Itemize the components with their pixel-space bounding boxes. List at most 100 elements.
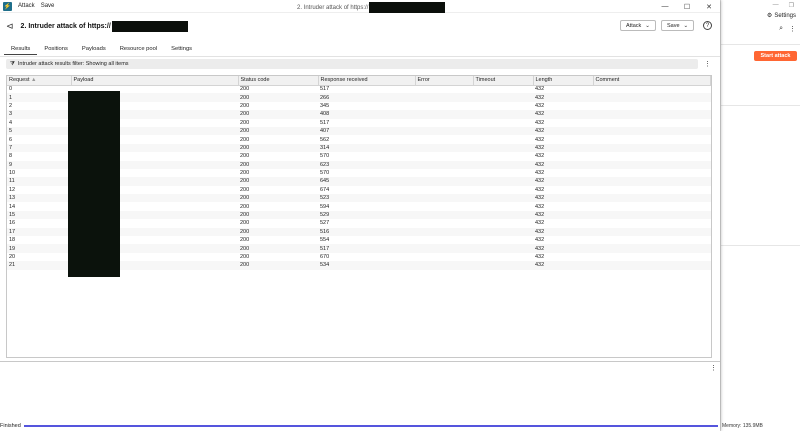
minimize-icon[interactable]: — xyxy=(654,0,676,13)
close-icon[interactable]: ✕ xyxy=(698,0,720,13)
tab-bar: Results Positions Payloads Resource pool… xyxy=(4,43,199,55)
cell-status-code: 200 xyxy=(238,126,318,136)
status-bar: Finished xyxy=(0,421,720,431)
column-header-request[interactable]: Request ▲ xyxy=(7,76,72,86)
sort-ascending-icon: ▲ xyxy=(31,77,37,84)
cell-length: 432 xyxy=(535,119,545,126)
cell-response-received: 527 xyxy=(320,220,330,227)
menu-attack[interactable]: Attack xyxy=(18,3,35,9)
cell-response-received: 314 xyxy=(318,143,415,153)
more-options-icon[interactable]: ⋮ xyxy=(710,364,717,372)
column-header-timeout[interactable]: Timeout xyxy=(473,76,534,86)
filter-icon: ⧩ xyxy=(10,60,15,67)
cell-response-received: 570 xyxy=(320,170,330,177)
cell-request: 17 xyxy=(7,227,71,237)
cell-comment xyxy=(593,253,711,261)
cell-length: 432 xyxy=(533,194,593,203)
menu-save[interactable]: Save xyxy=(41,3,55,9)
cell-timeout xyxy=(473,169,533,177)
column-header-status-code[interactable]: Status code xyxy=(238,76,319,86)
save-menu-button[interactable]: Save ⌄ xyxy=(661,20,695,31)
filter-label: Intruder attack results filter: Showing … xyxy=(17,61,129,67)
column-header-payload[interactable]: Payload xyxy=(71,76,239,86)
background-minimize-icon[interactable]: — xyxy=(773,2,779,8)
cell-error xyxy=(415,244,473,253)
cell-response-received: 516 xyxy=(318,227,415,237)
tab-positions[interactable]: Positions xyxy=(37,43,75,55)
cell-timeout xyxy=(473,119,533,127)
cell-request: 11 xyxy=(7,177,71,186)
divider xyxy=(721,44,800,45)
cell-error xyxy=(415,202,473,210)
settings-button[interactable]: ⚙ Settings xyxy=(767,12,796,20)
cell-length: 432 xyxy=(533,227,593,237)
tab-settings[interactable]: Settings xyxy=(164,43,199,55)
cell-comment xyxy=(593,186,711,194)
start-attack-button[interactable]: Start attack xyxy=(754,51,797,61)
cell-status-code: 200 xyxy=(238,93,318,102)
tab-payloads[interactable]: Payloads xyxy=(75,43,113,55)
cell-status-code: 200 xyxy=(240,237,250,244)
cell-length: 432 xyxy=(533,93,593,102)
cell-length: 432 xyxy=(535,86,545,93)
window-title-text: 2. Intruder attack of https:// xyxy=(297,4,369,11)
cell-error xyxy=(415,85,473,93)
cell-error xyxy=(415,236,473,244)
cell-length: 432 xyxy=(533,160,593,169)
cell-status-code: 200 xyxy=(238,177,318,186)
save-button-label: Save xyxy=(667,22,680,29)
help-icon[interactable]: ? xyxy=(703,21,712,30)
cell-error xyxy=(415,143,473,153)
maximize-icon[interactable]: ☐ xyxy=(676,0,698,13)
cell-error xyxy=(415,253,473,261)
cell-timeout xyxy=(473,210,533,220)
cell-length: 432 xyxy=(535,237,545,244)
cell-response-received: 517 xyxy=(318,244,415,253)
column-header-length[interactable]: Length xyxy=(533,76,594,86)
progress-bar xyxy=(24,425,718,427)
more-options-icon[interactable]: ⋮ xyxy=(704,60,711,68)
back-arrow-icon[interactable]: ⊲ xyxy=(6,21,14,32)
cell-request: 1 xyxy=(7,93,71,102)
cell-response-received: 529 xyxy=(318,210,415,220)
more-options-icon[interactable]: ⋮ xyxy=(789,25,796,33)
cell-timeout xyxy=(473,110,533,119)
tab-resource-pool[interactable]: Resource pool xyxy=(113,43,164,55)
results-filter-bar[interactable]: ⧩ Intruder attack results filter: Showin… xyxy=(6,59,698,69)
cell-status-code: 200 xyxy=(240,153,250,160)
cell-comment xyxy=(593,85,711,93)
background-window: — ❐ ⚙ Settings ⌕ ⋮ Start attack Memory: … xyxy=(720,0,800,431)
attack-menu-button[interactable]: Attack ⌄ xyxy=(620,20,656,31)
cell-comment xyxy=(593,126,711,136)
cell-comment xyxy=(593,202,711,210)
column-header-error[interactable]: Error xyxy=(415,76,474,86)
cell-comment xyxy=(593,219,711,227)
cell-error xyxy=(415,194,473,203)
cell-comment xyxy=(593,194,711,203)
cell-timeout xyxy=(473,126,533,136)
cell-status-code: 200 xyxy=(238,194,318,203)
cell-response-received: 670 xyxy=(320,254,330,260)
search-icon[interactable]: ⌕ xyxy=(779,25,783,33)
cell-status-code: 200 xyxy=(238,143,318,153)
chevron-down-icon: ⌄ xyxy=(683,22,689,29)
cell-length: 432 xyxy=(533,110,593,119)
cell-error xyxy=(415,135,473,143)
cell-status-code: 200 xyxy=(240,136,250,143)
cell-comment xyxy=(593,210,711,220)
column-header-comment[interactable]: Comment xyxy=(593,76,711,86)
cell-request: 0 xyxy=(9,86,13,93)
settings-label: Settings xyxy=(774,12,796,19)
tab-results[interactable]: Results xyxy=(4,43,38,55)
cell-comment xyxy=(593,135,711,143)
cell-request: 14 xyxy=(9,203,16,210)
column-header-response-received[interactable]: Response received xyxy=(318,76,416,86)
cell-timeout xyxy=(473,93,533,102)
background-titlebar: — ❐ xyxy=(721,0,800,10)
attack-button-label: Attack xyxy=(626,22,642,29)
cell-timeout xyxy=(473,102,533,110)
cell-response-received: 517 xyxy=(320,86,330,93)
background-restore-icon[interactable]: ❐ xyxy=(789,2,794,9)
cell-request: 9 xyxy=(7,160,71,169)
cell-status-code: 200 xyxy=(240,186,250,193)
